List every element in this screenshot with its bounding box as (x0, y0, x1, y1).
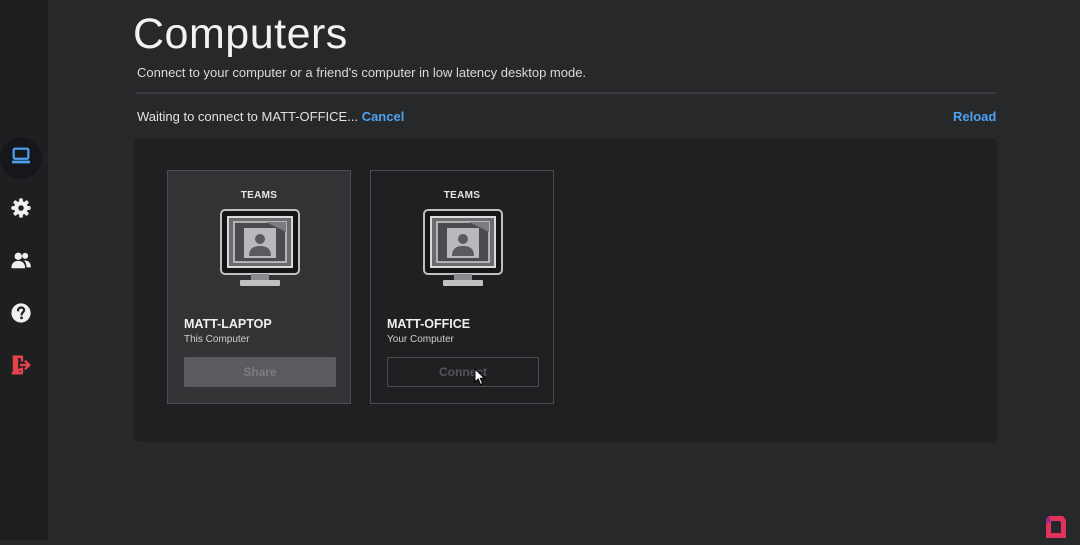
connection-status: Waiting to connect to MATT-OFFICE... Can… (137, 109, 404, 124)
connect-button[interactable]: Connect (387, 357, 539, 387)
sidebar-item-computers[interactable] (0, 137, 42, 179)
reload-link[interactable]: Reload (953, 109, 996, 124)
sidebar-item-friends[interactable] (0, 241, 42, 283)
computer-subtitle: This Computer (184, 334, 250, 345)
status-text: Waiting to connect to MATT-OFFICE... (137, 109, 359, 124)
users-icon (10, 249, 32, 276)
gear-icon (10, 197, 32, 224)
sidebar-item-logout[interactable] (0, 346, 42, 388)
computer-name: MATT-OFFICE (387, 317, 471, 331)
mouse-cursor-icon (474, 367, 486, 391)
monitor-icon (421, 208, 505, 295)
card-tag: TEAMS (443, 190, 481, 201)
page-subtitle: Connect to your computer or a friend's c… (137, 65, 587, 80)
sidebar-item-help[interactable] (0, 294, 42, 336)
computer-card-laptop[interactable]: TEAMS MATT-LAPTOP This Computer Share (167, 170, 351, 404)
computers-panel: TEAMS MATT-LAPTOP This Computer Share TE… (134, 138, 998, 442)
cancel-link[interactable]: Cancel (362, 109, 405, 124)
logout-icon (10, 354, 32, 381)
computer-card-office[interactable]: TEAMS MATT-OFFICE Your Computer Connect (370, 170, 554, 404)
laptop-icon (10, 145, 32, 172)
share-button[interactable]: Share (184, 357, 336, 387)
main-content: Computers Connect to your computer or a … (48, 0, 1080, 540)
header-divider (136, 92, 996, 94)
help-icon (10, 302, 32, 329)
brand-logo-icon (1044, 514, 1068, 545)
page-title: Computers (133, 10, 348, 58)
monitor-icon (218, 208, 302, 295)
computer-name: MATT-LAPTOP (184, 317, 272, 331)
computer-subtitle: Your Computer (387, 334, 454, 345)
sidebar (0, 0, 48, 540)
sidebar-item-settings[interactable] (0, 189, 42, 231)
card-tag: TEAMS (240, 190, 278, 201)
